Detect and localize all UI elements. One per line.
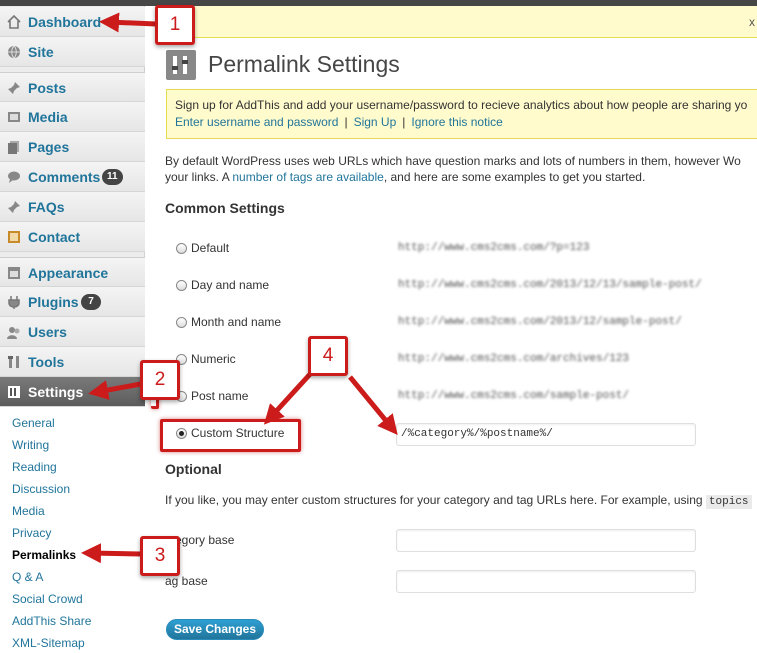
arrow-4a: [263, 370, 314, 425]
annotation-number-2: 2: [140, 360, 180, 400]
arrow-1: [99, 12, 157, 33]
annotation-number-3: 3: [140, 536, 180, 576]
annotation-number-4: 4: [308, 336, 348, 376]
arrow-2: [88, 380, 142, 400]
arrow-3: [81, 543, 142, 564]
arrow-4b: [348, 375, 398, 435]
annotation-arrows: [81, 12, 398, 564]
annotation-number-1: 1: [155, 5, 195, 45]
